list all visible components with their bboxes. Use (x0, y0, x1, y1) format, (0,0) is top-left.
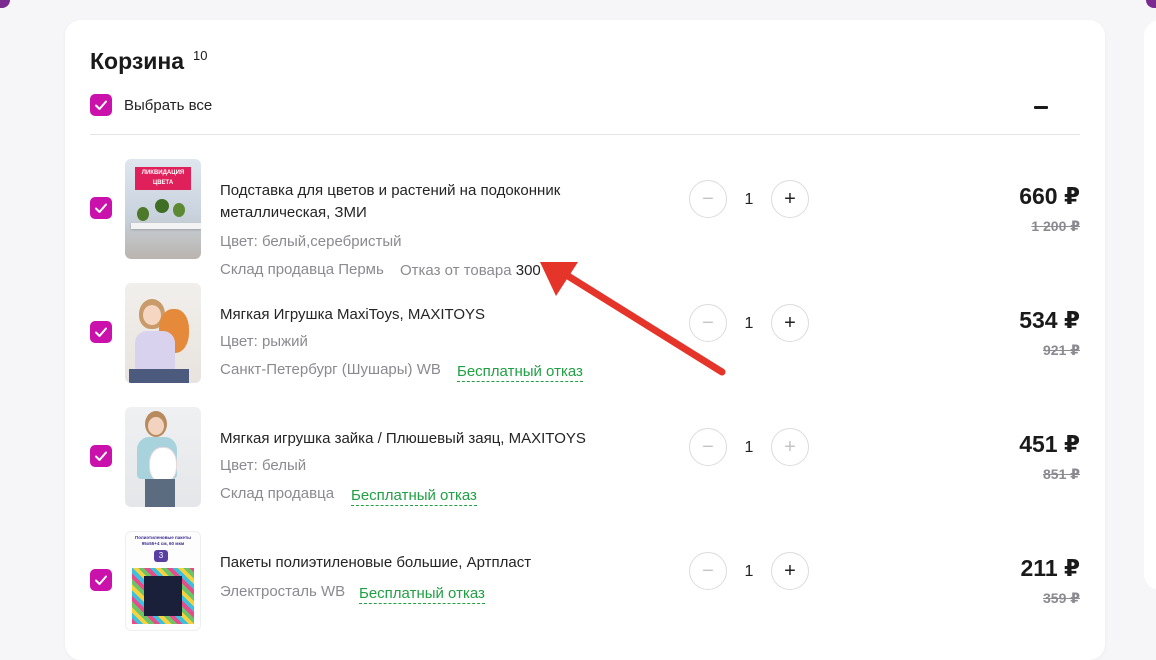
product-image[interactable] (125, 283, 201, 383)
cart-title: Корзина (90, 48, 185, 74)
jeans-shape (129, 369, 189, 383)
price: 451 ₽ (1019, 431, 1080, 457)
price: 211 ₽ (1020, 555, 1081, 581)
cart-item: Мягкая Игрушка MaxiToys, MAXITOYS Цвет: … (65, 279, 1105, 399)
free-refusal-link[interactable]: Бесплатный отказ (457, 363, 583, 382)
free-refusal-link[interactable]: Бесплатный отказ (351, 487, 477, 506)
divider (90, 134, 1080, 135)
package-badge: 3 (154, 550, 168, 562)
decrease-quantity-button[interactable]: − (689, 180, 727, 218)
quantity-value: 1 (744, 191, 754, 208)
cart-card: Корзина 10 Выбрать все ЛИКВИДАЦИЯ ЦВЕТА … (65, 20, 1105, 660)
order-summary-card (1144, 20, 1156, 590)
price: 660 ₽ (1019, 183, 1080, 209)
check-icon (95, 203, 107, 213)
shelf-shape (131, 223, 201, 229)
product-warehouse: Склад продавца (220, 485, 335, 502)
product-name[interactable]: Подставка для цветов и растений на подок… (220, 180, 640, 224)
old-price: 921 ₽ (1043, 342, 1080, 358)
package-window (144, 576, 182, 616)
product-color: Цвет: рыжий (220, 333, 308, 350)
old-price: 1 200 ₽ (1031, 218, 1080, 234)
jeans-shape (145, 479, 175, 507)
product-name[interactable]: Мягкая игрушка зайка / Плюшевый заяц, MA… (220, 428, 640, 450)
select-all-checkbox[interactable] (90, 94, 112, 116)
product-color: Цвет: белый (220, 457, 307, 474)
item-checkbox[interactable] (90, 321, 112, 343)
decrease-quantity-button[interactable]: − (689, 552, 727, 590)
cart-item: Мягкая игрушка зайка / Плюшевый заяц, MA… (65, 403, 1105, 523)
check-icon (95, 100, 107, 110)
item-checkbox[interactable] (90, 197, 112, 219)
check-icon (95, 327, 107, 337)
plant-shape (173, 203, 185, 217)
girl-body-shape (135, 331, 175, 371)
product-warehouse: Склад продавца Пермь (220, 261, 384, 278)
refusal-text: Отказ от товара (400, 262, 512, 279)
increase-quantity-button[interactable]: + (771, 552, 809, 590)
girl-face-shape (143, 305, 161, 325)
product-warehouse: Электросталь WB (220, 583, 346, 600)
collapse-minus-icon[interactable] (1034, 106, 1048, 109)
quantity-value: 1 (744, 563, 754, 580)
price: 534 ₽ (1019, 307, 1080, 333)
quantity-value: 1 (744, 439, 754, 456)
increase-quantity-button[interactable]: + (771, 304, 809, 342)
cart-item: Полиэтиленовые пакеты 95х55+4 см, 60 мкм… (65, 527, 1105, 647)
package-text: Полиэтиленовые пакеты 95х55+4 см, 60 мкм (135, 535, 191, 546)
increase-quantity-button[interactable]: + (771, 428, 809, 466)
old-price: 359 ₽ (1043, 590, 1080, 606)
cart-item: ЛИКВИДАЦИЯ ЦВЕТА Подставка для цветов и … (65, 155, 1105, 279)
cart-count: 10 (193, 48, 208, 63)
quantity-value: 1 (744, 315, 754, 332)
free-refusal-link[interactable]: Бесплатный отказ (359, 585, 485, 604)
plant-shape (155, 199, 169, 213)
decrease-quantity-button[interactable]: − (689, 428, 727, 466)
header-corner-left (0, 0, 10, 8)
product-image[interactable]: ЛИКВИДАЦИЯ ЦВЕТА (125, 159, 201, 259)
sale-banner: ЛИКВИДАЦИЯ ЦВЕТА (135, 167, 191, 190)
product-name[interactable]: Пакеты полиэтиленовые большие, Артпласт (220, 552, 640, 574)
girl-face-shape (148, 417, 164, 435)
refusal-label: Отказ от товара 300 ₽ (400, 261, 555, 279)
product-name[interactable]: Мягкая Игрушка MaxiToys, MAXITOYS (220, 304, 640, 326)
old-price: 851 ₽ (1043, 466, 1080, 482)
plant-shape (137, 207, 149, 221)
increase-quantity-button[interactable]: + (771, 180, 809, 218)
select-all-label: Выбрать все (124, 97, 213, 114)
check-icon (95, 451, 107, 461)
header-corner-right (1146, 0, 1156, 8)
refusal-price: 300 ₽ (515, 262, 555, 279)
bunny-toy-shape (149, 447, 177, 483)
decrease-quantity-button[interactable]: − (689, 304, 727, 342)
product-image[interactable]: Полиэтиленовые пакеты 95х55+4 см, 60 мкм… (125, 531, 201, 631)
product-image[interactable] (125, 407, 201, 507)
product-color: Цвет: белый,серебристый (220, 233, 402, 250)
check-icon (95, 575, 107, 585)
item-checkbox[interactable] (90, 445, 112, 467)
item-checkbox[interactable] (90, 569, 112, 591)
product-warehouse: Санкт-Петербург (Шушары) WB (220, 361, 441, 378)
